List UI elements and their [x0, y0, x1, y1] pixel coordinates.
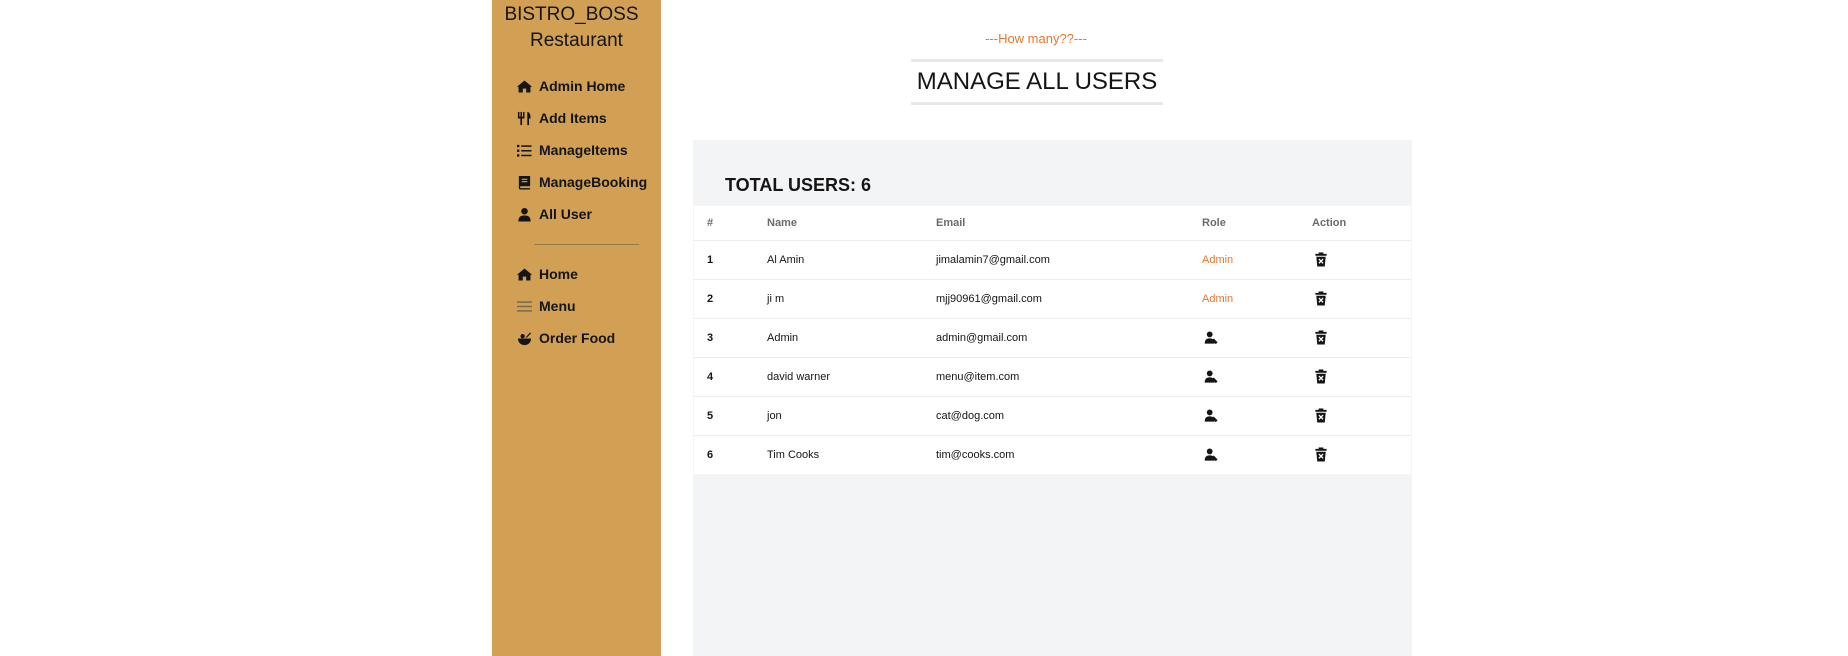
table-row: 2 ji m mjj90961@gmail.com Admin: [694, 279, 1411, 319]
table-row: 5 jon cat@dog.com: [694, 396, 1411, 436]
user-action: [1312, 318, 1411, 358]
user-name: david warner: [767, 357, 936, 397]
page-title-text: MANAGE ALL USERS: [916, 68, 1158, 95]
sidebar-item-all-user[interactable]: All User: [516, 206, 592, 222]
user-icon: [516, 206, 536, 222]
user-name: jon: [767, 396, 936, 436]
user-name: Admin: [767, 318, 936, 358]
user-action: [1312, 279, 1411, 319]
sidebar-item-label: ManageItems: [539, 142, 628, 158]
row-number: 1: [694, 240, 767, 280]
sidebar-item-label: Add Items: [539, 110, 607, 126]
total-users-count: 6: [861, 175, 872, 195]
user-role: [1202, 396, 1312, 436]
utensils-icon: [516, 110, 536, 126]
user-name: ji m: [767, 279, 936, 319]
row-number: 6: [707, 449, 714, 461]
user-email: tim@cooks.com: [936, 449, 1015, 461]
column-header-email: Email: [936, 206, 1202, 241]
table-header-row: # Name Email Role Action: [694, 206, 1411, 241]
column-header-role: Role: [1202, 206, 1312, 241]
table-row: 4 david warner menu@item.com: [694, 357, 1411, 397]
sidebar-item-manage-items[interactable]: ManageItems: [516, 142, 628, 158]
page-title: MANAGE ALL USERS: [911, 59, 1163, 105]
sidebar-item-menu[interactable]: Menu: [516, 298, 576, 314]
user-role: [1202, 436, 1312, 475]
role-badge: Admin: [1202, 293, 1234, 305]
make-admin-user-icon[interactable]: [1202, 445, 1220, 463]
list-icon: [516, 142, 536, 158]
table-row: 1 Al Amin jimalamin7@gmail.com Admin: [694, 240, 1411, 280]
user-role: Admin: [1202, 279, 1312, 319]
make-admin-user-icon[interactable]: [1202, 367, 1220, 385]
delete-trash-icon[interactable]: [1312, 289, 1330, 307]
book-icon: [516, 174, 536, 190]
user-email: jimalamin7@gmail.com: [936, 240, 1202, 280]
make-admin-user-icon[interactable]: [1202, 406, 1220, 424]
users-table: # Name Email Role Action 1 Al Amin jimalam…: [694, 206, 1411, 474]
user-action: [1312, 396, 1411, 436]
total-users: TOTAL USERS: 6: [725, 175, 871, 196]
food-bowl-icon: [516, 330, 536, 346]
sidebar-item-order-food[interactable]: Order Food: [516, 330, 615, 346]
delete-trash-icon[interactable]: [1312, 445, 1330, 463]
sidebar-item-label: Order Food: [539, 330, 616, 346]
sidebar-item-manage-booking[interactable]: ManageBooking: [516, 174, 647, 190]
column-header-name: Name: [767, 206, 936, 241]
brand-name: BISTRO_BOSS: [504, 4, 639, 25]
delete-trash-icon[interactable]: [1312, 406, 1330, 424]
row-number: 4: [694, 357, 767, 397]
delete-trash-icon[interactable]: [1312, 250, 1330, 268]
menu-icon: [516, 298, 536, 314]
section-subheading: ---How many??---: [985, 31, 1087, 46]
row-number: 5: [694, 396, 767, 436]
sidebar-item-label: ManageBooking: [539, 174, 648, 190]
user-email: menu@item.com: [936, 357, 1202, 397]
delete-trash-icon[interactable]: [1312, 367, 1330, 385]
column-header-action: Action: [1312, 206, 1411, 241]
sidebar-item-label: Menu: [539, 298, 576, 314]
column-header-number: #: [694, 206, 767, 241]
table-row: 3 Admin admin@gmail.com: [694, 318, 1411, 358]
make-admin-user-icon[interactable]: [1202, 328, 1220, 346]
brand-tagline: Restaurant: [530, 30, 623, 51]
role-badge: Admin: [1202, 254, 1234, 266]
sidebar-item-home[interactable]: Home: [516, 266, 578, 282]
sidebar: BISTRO_BOSS Restaurant Admin Home Add It…: [492, 0, 661, 656]
total-users-label: TOTAL USERS:: [725, 175, 857, 195]
user-name: Tim Cooks: [767, 449, 820, 461]
user-role: [1202, 357, 1312, 397]
user-action: [1312, 240, 1411, 280]
user-name: Al Amin: [767, 240, 936, 280]
user-role: [1202, 318, 1312, 358]
home-icon: [516, 78, 536, 94]
sidebar-divider: [534, 244, 639, 245]
sidebar-item-label: Home: [539, 266, 578, 282]
sidebar-item-admin-home[interactable]: Admin Home: [516, 78, 625, 94]
delete-trash-icon[interactable]: [1312, 328, 1330, 346]
sidebar-item-add-items[interactable]: Add Items: [516, 110, 607, 126]
brand-logo: BISTRO_BOSS Restaurant: [492, 2, 661, 54]
user-action: [1312, 357, 1411, 397]
sidebar-item-label: All User: [539, 206, 592, 222]
user-action: [1312, 436, 1411, 475]
user-email: cat@dog.com: [936, 396, 1202, 436]
user-role: Admin: [1202, 240, 1312, 280]
user-email: mjj90961@gmail.com: [936, 279, 1202, 319]
row-number: 3: [694, 318, 767, 358]
user-email: admin@gmail.com: [936, 318, 1202, 358]
home-icon: [516, 266, 536, 282]
row-number: 2: [694, 279, 767, 319]
table-row: 6 Tim Cooks tim@cooks.com: [694, 436, 1411, 475]
sidebar-item-label: Admin Home: [539, 78, 626, 94]
